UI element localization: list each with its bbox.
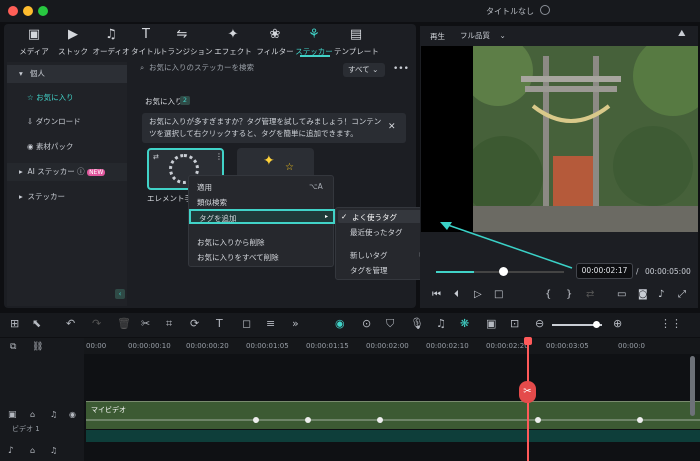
video-track-label: ビデオ 1 (12, 425, 40, 433)
ruler-tick-label: 00:00:0 (618, 342, 645, 350)
layout-icon[interactable]: ⊞ (10, 317, 19, 330)
zoom-out-icon[interactable]: ⊖ (535, 317, 544, 330)
audio-mute-icon[interactable]: ♫ (50, 446, 57, 455)
ruler-tick-label: 00:00:00:20 (186, 342, 229, 350)
render-icon[interactable]: ⊙ (362, 317, 371, 330)
ruler-tick-label: 00:00:02:20 (486, 342, 529, 350)
ai-effect-icon[interactable]: ❋ (460, 317, 469, 330)
split-scissors-icon[interactable]: ✂ (519, 381, 536, 403)
crop-icon[interactable]: ⌗ (166, 317, 172, 331)
video-track-icon: ▣ (8, 410, 17, 420)
ruler-tick-label: 00:00:02:10 (426, 342, 469, 350)
audio-track-icon[interactable]: ♫ (436, 317, 446, 330)
select-tool-icon[interactable]: ⬉ (32, 317, 41, 330)
audio-folder-icon[interactable]: ⌂ (30, 446, 35, 455)
mic-icon[interactable]: 🎙 (410, 317, 424, 330)
undo-icon[interactable]: ↶ (66, 317, 75, 330)
subtitle-icon[interactable]: ⊡ (510, 317, 519, 330)
ai-icon[interactable]: ◉ (335, 317, 345, 330)
pip-icon[interactable]: ▣ (486, 317, 496, 330)
text-icon[interactable]: T (216, 317, 223, 330)
ruler-tick-label: 00:00:01:05 (246, 342, 289, 350)
video-clip[interactable]: マイビデオ (86, 401, 700, 429)
playhead-handle[interactable] (524, 337, 532, 345)
ruler-tick-label: 00:00:00:10 (128, 342, 171, 350)
ruler-tick-label: 00:00:03:05 (546, 342, 589, 350)
audio-track-head-icon: ♪ (8, 446, 14, 456)
adjust-icon[interactable]: ≡ (266, 317, 275, 330)
redo-icon: ↷ (92, 317, 102, 330)
ruler-tick-label: 00:00:01:15 (306, 342, 349, 350)
zoom-in-icon[interactable]: ⊕ (613, 317, 622, 330)
clip-filmstrip (86, 417, 700, 423)
shield-icon[interactable]: ⛉ (386, 317, 394, 331)
speed-icon[interactable]: ⟳ (190, 317, 199, 330)
ruler-tick-label: 00:00:02:00 (366, 342, 409, 350)
audio-waveform[interactable] (86, 430, 700, 442)
mask-icon[interactable]: ◻ (242, 317, 251, 330)
grid-menu-icon[interactable]: ⋮⋮ (660, 317, 682, 330)
ruler-tick-label: 00:00 (86, 342, 107, 350)
cut-icon[interactable]: ✂ (141, 317, 150, 330)
zoom-slider-handle[interactable] (593, 321, 600, 328)
mute-icon[interactable]: ♫ (50, 410, 57, 419)
link-icon[interactable]: ⛓ (32, 342, 43, 352)
eye-icon[interactable]: ◉ (69, 410, 76, 419)
folder-icon[interactable]: ⌂ (30, 410, 35, 419)
delete-icon: 🗑 (117, 317, 131, 330)
timeline-scrollbar[interactable] (690, 356, 695, 416)
more-tools-icon[interactable]: » (292, 317, 299, 330)
callout-arrow-line (444, 223, 573, 269)
add-track-icon[interactable]: ⧉ (10, 342, 16, 352)
track-headers (0, 338, 84, 461)
